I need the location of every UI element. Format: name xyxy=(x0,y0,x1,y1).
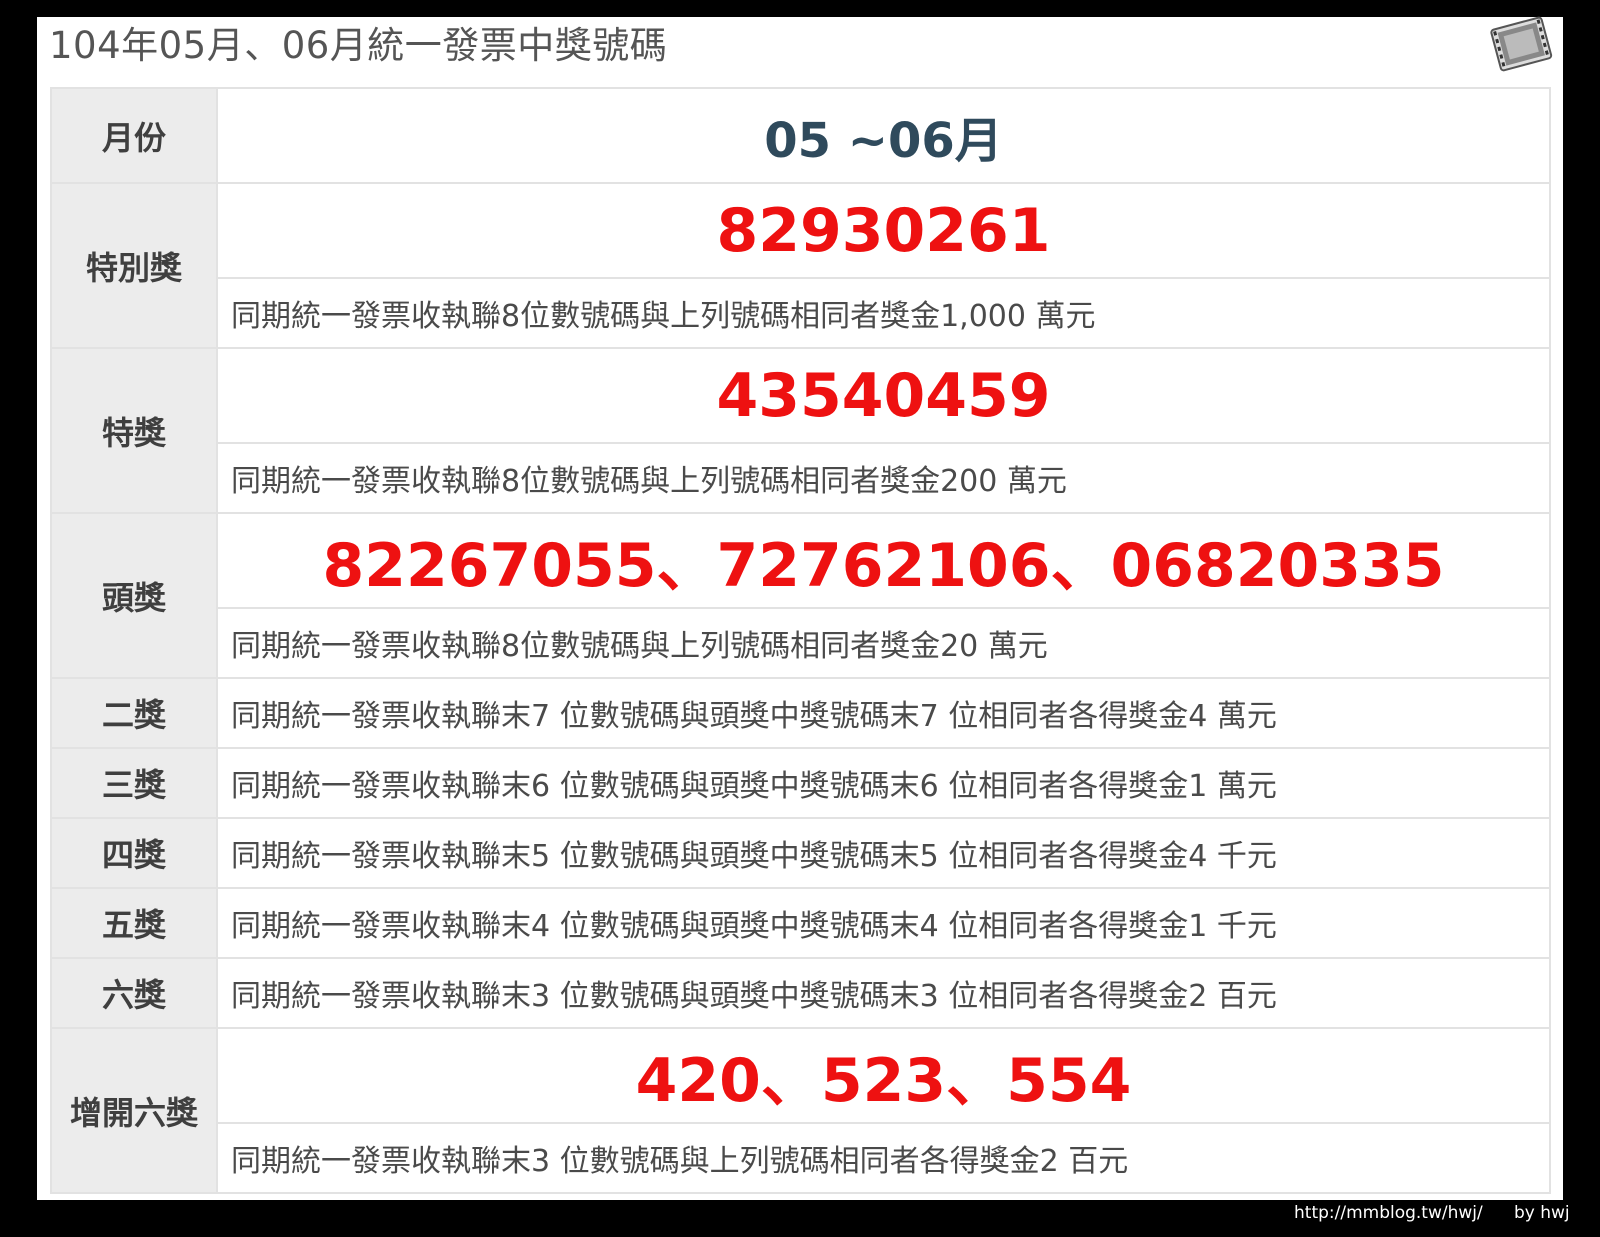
document-panel: 104年05月、06月統一發票中獎號碼 月份 05 ~06月 特別獎 82930… xyxy=(37,16,1563,1200)
row-label-fourth: 四獎 xyxy=(50,817,218,889)
first-prize-numbers: 82267055、72762106、06820335 xyxy=(216,512,1551,609)
table-row-first: 頭獎 82267055、72762106、06820335 xyxy=(50,512,1551,679)
film-strip-icon xyxy=(1481,3,1561,83)
second-prize-desc: 同期統一發票收執聯末7 位數號碼與頭獎中獎號碼末7 位相同者各得獎金4 萬元 xyxy=(216,677,1551,749)
fifth-prize-desc: 同期統一發票收執聯末4 位數號碼與頭獎中獎號碼末4 位相同者各得獎金1 千元 xyxy=(216,887,1551,959)
third-prize-desc: 同期統一發票收執聯末6 位數號碼與頭獎中獎號碼末6 位相同者各得獎金1 萬元 xyxy=(216,747,1551,819)
table-row-second: 二獎 同期統一發票收執聯末7 位數號碼與頭獎中獎號碼末7 位相同者各得獎金4 萬… xyxy=(50,677,1551,749)
table-row-third: 三獎 同期統一發票收執聯末6 位數號碼與頭獎中獎號碼末6 位相同者各得獎金1 萬… xyxy=(50,747,1551,819)
grand-prize-number: 43540459 xyxy=(216,347,1551,444)
table-row-extra-sixth-desc: 同期統一發票收執聯末3 位數號碼與上列號碼相同者各得獎金2 百元 xyxy=(51,1122,1551,1194)
row-label-fifth: 五獎 xyxy=(50,887,218,959)
row-label-first: 頭獎 xyxy=(50,512,218,679)
first-prize-desc: 同期統一發票收執聯8位數號碼與上列號碼相同者獎金20 萬元 xyxy=(216,607,1551,679)
row-label-extra-sixth: 增開六獎 xyxy=(50,1027,218,1194)
footer-url: http://mmblog.tw/hwj/ xyxy=(1294,1203,1483,1223)
row-label-sixth: 六獎 xyxy=(50,957,218,1029)
row-label-third: 三獎 xyxy=(50,747,218,819)
prize-table: 月份 05 ~06月 特別獎 82930261 同期統一發票收執聯8位數號碼與上… xyxy=(50,87,1551,1194)
page-title: 104年05月、06月統一發票中獎號碼 xyxy=(49,24,668,67)
special-prize-number: 82930261 xyxy=(216,182,1551,279)
table-row-first-desc: 同期統一發票收執聯8位數號碼與上列號碼相同者獎金20 萬元 xyxy=(51,607,1551,679)
table-row-grand: 特獎 43540459 xyxy=(50,347,1551,514)
row-label-special: 特別獎 xyxy=(50,182,218,349)
month-value: 05 ~06月 xyxy=(216,87,1551,184)
table-row-special-desc: 同期統一發票收執聯8位數號碼與上列號碼相同者獎金1,000 萬元 xyxy=(51,277,1551,349)
fourth-prize-desc: 同期統一發票收執聯末5 位數號碼與頭獎中獎號碼末5 位相同者各得獎金4 千元 xyxy=(216,817,1551,889)
sixth-prize-desc: 同期統一發票收執聯末3 位數號碼與頭獎中獎號碼末3 位相同者各得獎金2 百元 xyxy=(216,957,1551,1029)
footer-author: by hwj xyxy=(1514,1203,1570,1223)
table-row-sixth: 六獎 同期統一發票收執聯末3 位數號碼與頭獎中獎號碼末3 位相同者各得獎金2 百… xyxy=(50,957,1551,1029)
special-prize-desc: 同期統一發票收執聯8位數號碼與上列號碼相同者獎金1,000 萬元 xyxy=(216,277,1551,349)
row-label-month: 月份 xyxy=(50,87,218,184)
table-row-month: 月份 05 ~06月 xyxy=(50,87,1551,184)
row-label-grand: 特獎 xyxy=(50,347,218,514)
grand-prize-desc: 同期統一發票收執聯8位數號碼與上列號碼相同者獎金200 萬元 xyxy=(216,442,1551,514)
extra-sixth-prize-numbers: 420、523、554 xyxy=(216,1027,1551,1124)
table-row-fifth: 五獎 同期統一發票收執聯末4 位數號碼與頭獎中獎號碼末4 位相同者各得獎金1 千… xyxy=(50,887,1551,959)
row-label-second: 二獎 xyxy=(50,677,218,749)
table-row-grand-desc: 同期統一發票收執聯8位數號碼與上列號碼相同者獎金200 萬元 xyxy=(51,442,1551,514)
table-row-fourth: 四獎 同期統一發票收執聯末5 位數號碼與頭獎中獎號碼末5 位相同者各得獎金4 千… xyxy=(50,817,1551,889)
table-row-special: 特別獎 82930261 xyxy=(50,182,1551,349)
extra-sixth-prize-desc: 同期統一發票收執聯末3 位數號碼與上列號碼相同者各得獎金2 百元 xyxy=(216,1122,1551,1194)
table-row-extra-sixth: 增開六獎 420、523、554 xyxy=(50,1027,1551,1194)
